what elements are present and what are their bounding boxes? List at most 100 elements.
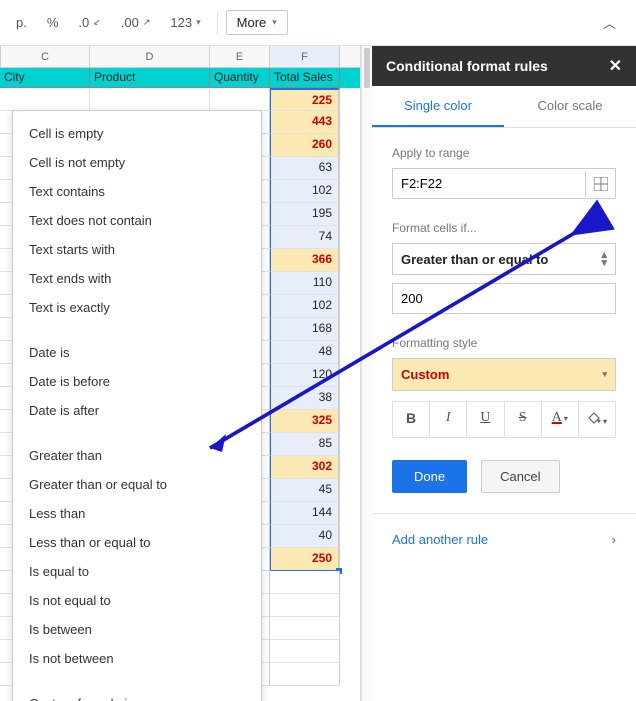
- fill-color-button[interactable]: ▾: [579, 402, 615, 437]
- cell-total-sales[interactable]: 302: [270, 456, 340, 479]
- dropdown-item[interactable]: Greater than or equal to: [13, 470, 261, 499]
- header-total-sales[interactable]: Total Sales: [270, 68, 340, 88]
- sidebar-title: Conditional format rules: [386, 58, 548, 74]
- chevron-down-icon: ▾: [602, 369, 607, 380]
- cell-total-sales[interactable]: 38: [270, 387, 340, 410]
- apply-to-range-label: Apply to range: [392, 146, 616, 160]
- cell-total-sales[interactable]: 260: [270, 134, 340, 157]
- col-header-c[interactable]: C: [0, 46, 90, 67]
- column-headers: C D E F: [0, 46, 360, 68]
- header-city[interactable]: City: [0, 68, 90, 88]
- dropdown-item[interactable]: Is not equal to: [13, 586, 261, 615]
- dropdown-item[interactable]: Custom formula is: [13, 689, 261, 701]
- toolbar-percent[interactable]: %: [39, 9, 67, 36]
- cell-total-sales[interactable]: 144: [270, 502, 340, 525]
- chevron-updown-icon: ▴▾: [601, 251, 607, 267]
- condition-select-value: Greater than or equal to: [401, 252, 548, 267]
- range-input-wrap: [392, 168, 616, 199]
- cell-city[interactable]: [0, 88, 90, 111]
- chevron-right-icon: ›: [612, 532, 616, 547]
- add-another-rule[interactable]: Add another rule ›: [392, 532, 616, 547]
- collapse-icon[interactable]: ︿: [591, 7, 628, 38]
- cell-total-sales[interactable]: 102: [270, 180, 340, 203]
- cell-total-sales[interactable]: 48: [270, 341, 340, 364]
- dropdown-item[interactable]: Date is: [13, 338, 261, 367]
- close-icon[interactable]: ✕: [609, 56, 622, 76]
- tab-color-scale[interactable]: Color scale: [504, 86, 636, 127]
- spreadsheet: C D E F City Product Quantity Total Sale…: [0, 46, 361, 701]
- toolbar: p. % .0↙ .00↗ 123 ▾ More ▾ ︿: [0, 0, 636, 46]
- cell-total-sales[interactable]: 85: [270, 433, 340, 456]
- col-header-d[interactable]: D: [90, 46, 210, 67]
- dropdown-item[interactable]: Is between: [13, 615, 261, 644]
- dropdown-item[interactable]: Is not between: [13, 644, 261, 673]
- dropdown-item[interactable]: Text contains: [13, 177, 261, 206]
- format-toolbar: B I U S A▾ ▾: [392, 401, 616, 438]
- col-header-f[interactable]: F: [270, 46, 340, 67]
- style-select[interactable]: Custom ▾: [392, 358, 616, 391]
- dropdown-item[interactable]: Date is after: [13, 396, 261, 425]
- cell-total-sales[interactable]: 325: [270, 410, 340, 433]
- toolbar-increase-decimal[interactable]: .00↗: [113, 9, 159, 36]
- dropdown-item[interactable]: Text does not contain: [13, 206, 261, 235]
- condition-value-input[interactable]: [392, 283, 616, 314]
- vertical-scrollbar[interactable]: [361, 46, 372, 701]
- range-select-icon[interactable]: [585, 171, 615, 197]
- dropdown-item[interactable]: Text ends with: [13, 264, 261, 293]
- text-color-button[interactable]: A▾: [542, 402, 579, 437]
- done-button[interactable]: Done: [392, 460, 467, 493]
- dropdown-item[interactable]: Greater than: [13, 441, 261, 470]
- header-quantity[interactable]: Quantity: [210, 68, 270, 88]
- cell-total-sales[interactable]: 168: [270, 318, 340, 341]
- toolbar-number-format[interactable]: 123 ▾: [162, 9, 208, 36]
- cell-total-sales[interactable]: 63: [270, 157, 340, 180]
- cell-total-sales[interactable]: 110: [270, 272, 340, 295]
- dropdown-item[interactable]: Date is before: [13, 367, 261, 396]
- chevron-down-icon: ▾: [564, 414, 568, 423]
- cell-total-sales[interactable]: 40: [270, 525, 340, 548]
- cell-total-sales[interactable]: 45: [270, 479, 340, 502]
- formatting-style-label: Formatting style: [392, 336, 616, 350]
- header-row: City Product Quantity Total Sales: [0, 68, 360, 88]
- format-cells-if-label: Format cells if...: [392, 221, 616, 235]
- range-input[interactable]: [393, 169, 585, 198]
- dropdown-item[interactable]: Text starts with: [13, 235, 261, 264]
- dropdown-item[interactable]: Is equal to: [13, 557, 261, 586]
- sidebar-header: Conditional format rules ✕: [372, 46, 636, 86]
- cell-total-sales[interactable]: 443: [270, 111, 340, 134]
- toolbar-separator: [217, 12, 218, 34]
- cell-total-sales[interactable]: 250: [270, 548, 340, 571]
- dropdown-item[interactable]: Text is exactly: [13, 293, 261, 322]
- cell-total-sales[interactable]: 366: [270, 249, 340, 272]
- italic-button[interactable]: I: [430, 402, 467, 437]
- dropdown-item[interactable]: Less than: [13, 499, 261, 528]
- condition-select[interactable]: Greater than or equal to ▴▾: [392, 243, 616, 275]
- table-row: 225: [0, 88, 360, 111]
- cell-total-sales[interactable]: 120: [270, 364, 340, 387]
- tab-single-color[interactable]: Single color: [372, 86, 504, 127]
- chevron-down-icon: ▾: [603, 417, 607, 426]
- bold-button[interactable]: B: [393, 402, 430, 437]
- dropdown-item[interactable]: Cell is empty: [13, 119, 261, 148]
- toolbar-more[interactable]: More ▾: [226, 10, 288, 35]
- cell-total-sales[interactable]: 195: [270, 203, 340, 226]
- cancel-button[interactable]: Cancel: [481, 460, 559, 493]
- cell-total-sales[interactable]: 225: [270, 88, 340, 111]
- cell-total-sales[interactable]: 102: [270, 295, 340, 318]
- col-header-e[interactable]: E: [210, 46, 270, 67]
- dropdown-item[interactable]: Cell is not empty: [13, 148, 261, 177]
- conditional-format-sidebar: Conditional format rules ✕ Single color …: [372, 46, 636, 701]
- toolbar-decrease-decimal[interactable]: .0↙: [70, 9, 108, 36]
- strikethrough-button[interactable]: S: [505, 402, 542, 437]
- paint-bucket-icon: [587, 410, 601, 424]
- cell-quantity[interactable]: [210, 88, 270, 111]
- style-select-value: Custom: [401, 367, 449, 382]
- cell-total-sales[interactable]: 74: [270, 226, 340, 249]
- cell-product[interactable]: [90, 88, 210, 111]
- sidebar-tabs: Single color Color scale: [372, 86, 636, 128]
- toolbar-p[interactable]: p.: [8, 9, 35, 36]
- condition-dropdown[interactable]: Cell is emptyCell is not emptyText conta…: [12, 110, 262, 701]
- header-product[interactable]: Product: [90, 68, 210, 88]
- underline-button[interactable]: U: [467, 402, 504, 437]
- dropdown-item[interactable]: Less than or equal to: [13, 528, 261, 557]
